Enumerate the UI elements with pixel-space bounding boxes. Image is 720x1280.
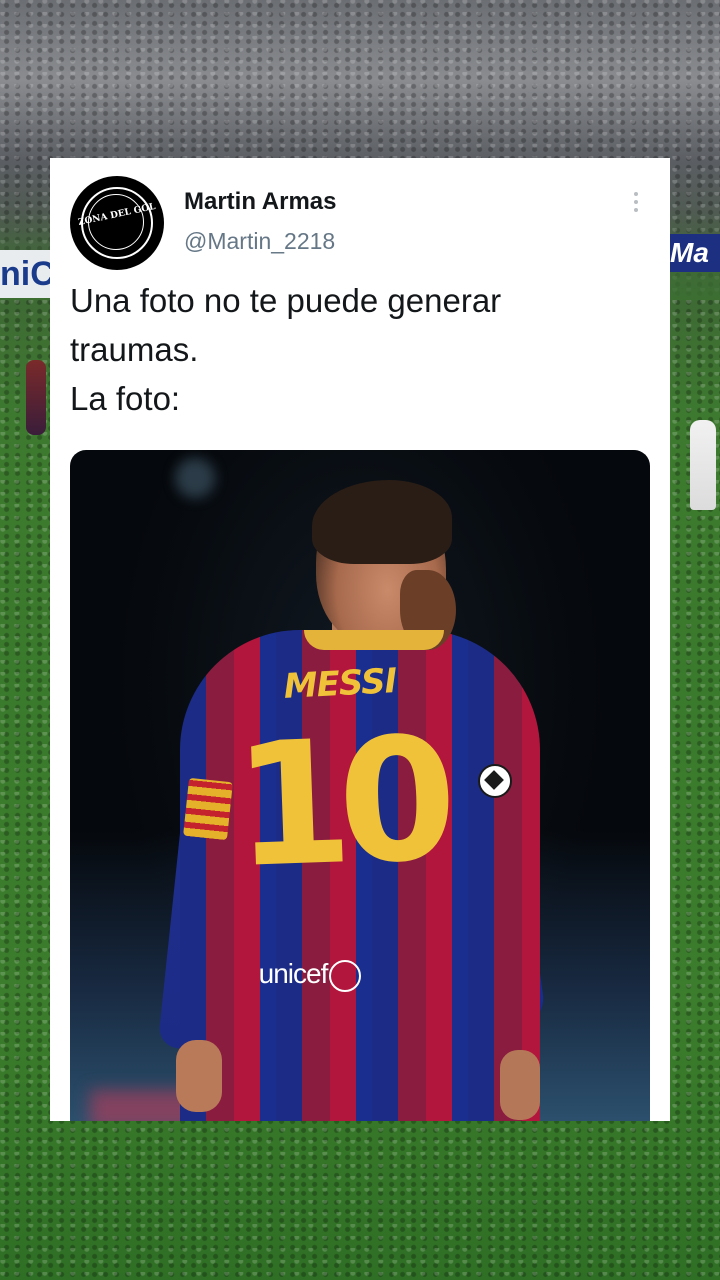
tweet-card[interactable]: ZONA DEL GOL Martin Armas @Martin_2218 U… <box>50 158 670 1121</box>
author-handle[interactable]: @Martin_2218 <box>184 228 335 255</box>
tweet-photo[interactable]: MESSI 10 unicef <box>70 450 650 1121</box>
champions-league-badge-icon <box>478 764 512 798</box>
jersey-sponsor: unicef <box>240 958 380 992</box>
player-hair <box>312 480 452 564</box>
background-player-right <box>690 420 716 510</box>
background-player-left <box>26 360 46 435</box>
tweet-text-line: traumas. <box>70 331 199 368</box>
player-left-hand <box>176 1040 222 1112</box>
tweet-text-line: Una foto no te puede generar <box>70 282 502 319</box>
stadium-light <box>175 458 215 498</box>
player-right-hand <box>500 1050 540 1120</box>
jersey-collar <box>304 630 444 650</box>
sponsor-text: unicef <box>258 958 329 989</box>
tweet-text-line: La foto: <box>70 380 181 417</box>
unicef-logo-icon <box>329 959 362 992</box>
jersey-number: 10 <box>230 700 446 907</box>
captain-armband <box>183 777 233 841</box>
more-vertical-icon[interactable] <box>628 192 644 216</box>
ad-board-right: Ma <box>670 234 720 272</box>
jersey-name: MESSI <box>282 661 398 707</box>
author-name[interactable]: Martin Armas <box>184 188 336 216</box>
tweet-text: Una foto no te puede generar traumas. La… <box>70 276 650 423</box>
ad-board-left: niC <box>0 250 50 298</box>
avatar[interactable]: ZONA DEL GOL <box>70 176 164 270</box>
